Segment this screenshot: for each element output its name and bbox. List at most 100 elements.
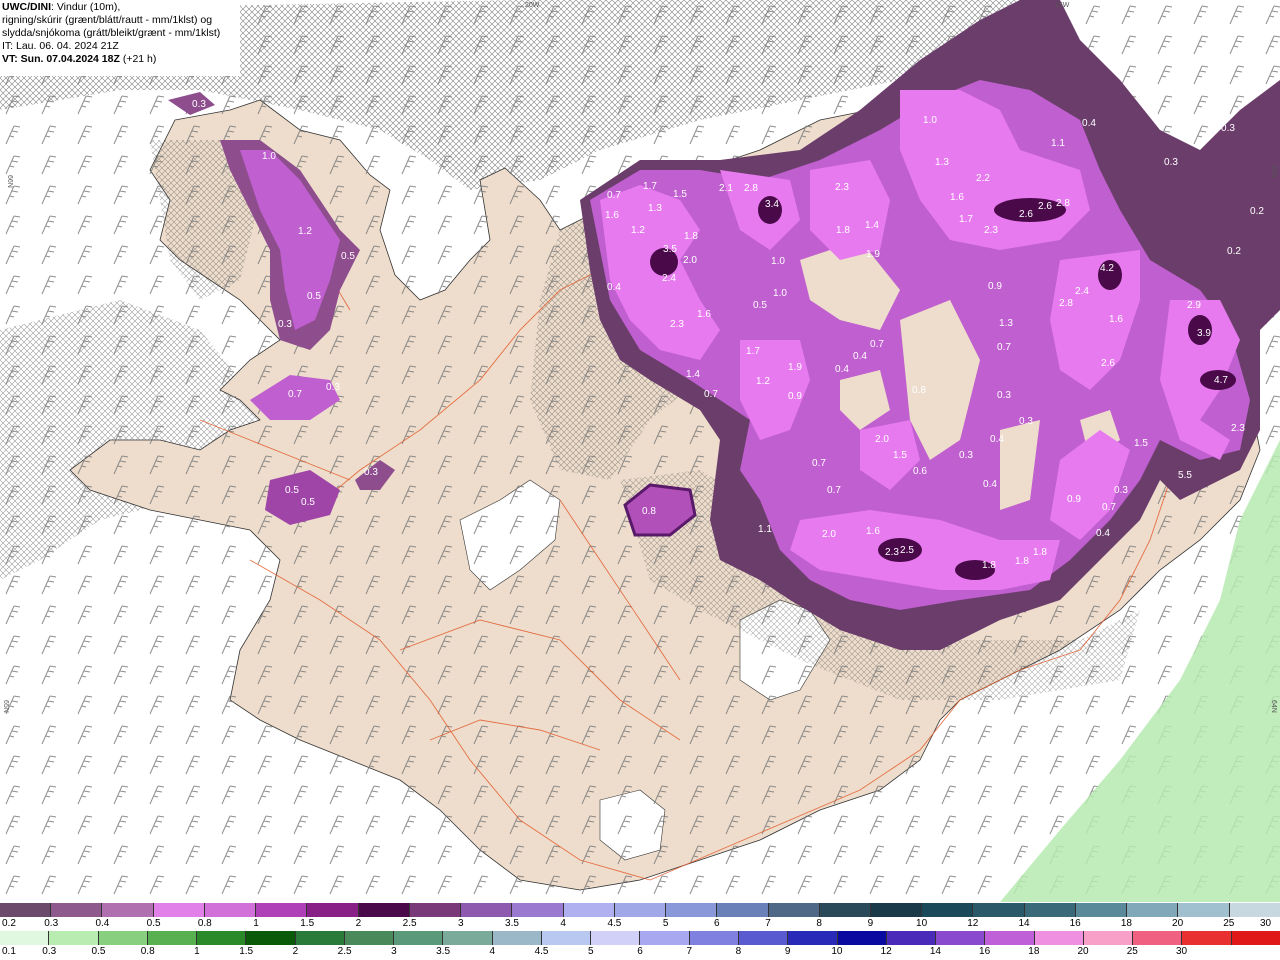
value-label: 2.3 <box>1231 423 1245 434</box>
legend-rain-label: 0.5 <box>91 946 106 957</box>
legend-snow-label: 2 <box>355 918 362 929</box>
legend-rain-swatch <box>788 931 838 945</box>
legend-rain-swatch <box>640 931 690 945</box>
value-label: 1.2 <box>631 225 645 236</box>
valid-time: VT: Sun. 07.04.2024 18Z <box>2 53 120 65</box>
legend-rain-swatch <box>541 931 592 945</box>
legend-rain-swatch <box>1034 931 1084 945</box>
value-label: 1.3 <box>935 157 949 168</box>
value-label: 0.7 <box>870 339 884 350</box>
value-label: 0.7 <box>288 389 302 400</box>
legend-rain-label: 14 <box>929 946 941 957</box>
legend-rain-label: 20 <box>1077 946 1089 957</box>
value-label: 2.4 <box>1075 286 1089 297</box>
info-box: UWC/DINI: Vindur (10m), rigning/skúrir (… <box>0 0 240 76</box>
value-label: 0.9 <box>1067 494 1081 505</box>
value-label: 1.1 <box>1051 138 1065 149</box>
value-label: 0.9 <box>988 281 1002 292</box>
legend-snow-swatch <box>102 903 154 917</box>
legend-rain-label: 1 <box>194 946 200 957</box>
legend-rain-label: 0.1 <box>2 946 16 957</box>
value-label: 1.4 <box>865 220 879 231</box>
legend-snow-label: 3 <box>458 918 464 929</box>
value-label: 0.8 <box>912 385 926 396</box>
legend-snow-swatch <box>307 903 359 917</box>
legend-snow-swatch <box>666 903 718 917</box>
value-label: 0.3 <box>326 382 340 393</box>
legend-rain-label: 2 <box>292 946 299 957</box>
legend-snow-swatch <box>204 903 257 917</box>
value-label: 1.5 <box>1134 438 1148 449</box>
value-label: 0.3 <box>1221 123 1235 134</box>
value-label: 0.9 <box>788 391 802 402</box>
value-label: 2.0 <box>875 434 889 445</box>
value-label: 0.3 <box>1019 416 1033 427</box>
legend-snow-swatch <box>819 903 871 917</box>
value-label: 2.6 <box>1019 209 1033 220</box>
value-label: 1.3 <box>999 318 1013 329</box>
value-label: 2.8 <box>1056 198 1070 209</box>
legend-snow-label: 3.5 <box>505 918 519 929</box>
legend-rain-label: 7 <box>686 946 692 957</box>
legend-snow-label: 7 <box>765 918 771 929</box>
legend-rain-label: 4.5 <box>534 946 549 957</box>
value-label: 0.4 <box>1082 118 1096 129</box>
init-time: IT: Lau. 06. 04. 2024 21Z <box>2 40 119 52</box>
legend-snow-swatch <box>717 903 769 917</box>
legend-snow-label: 30 <box>1260 918 1272 929</box>
header-line-1: UWC/DINI: Vindur (10m), <box>2 1 238 14</box>
legend-rain-label: 0.8 <box>140 946 155 957</box>
legend-snow-label: 4 <box>560 918 566 929</box>
value-label: 0.3 <box>278 319 292 330</box>
legend-rain-label: 12 <box>880 946 892 957</box>
value-label: 1.5 <box>893 450 907 461</box>
legend-rain-label: 3 <box>391 946 397 957</box>
value-label: 1.7 <box>643 181 657 192</box>
value-label: 1.3 <box>648 203 662 214</box>
legend-rain-swatch <box>1083 931 1134 945</box>
legend-snow-label: 9 <box>867 918 874 929</box>
legend-snow-swatch <box>614 903 667 917</box>
value-label: 1.8 <box>982 560 996 571</box>
legend-snow-swatch <box>922 903 974 917</box>
lon-label-15w: 15W <box>1055 2 1070 9</box>
legend-rain-label: 9 <box>784 946 791 957</box>
value-label: 3.9 <box>1197 328 1211 339</box>
legend-snow-label: 0.2 <box>2 918 16 929</box>
value-label: 0.7 <box>812 458 826 469</box>
value-label: 1.2 <box>298 226 312 237</box>
value-label: 0.3 <box>192 99 206 110</box>
legend-rain-label: 16 <box>979 946 991 957</box>
legend-rain-label: 4 <box>489 946 496 957</box>
value-label: 2.0 <box>822 529 836 540</box>
value-label: 2.3 <box>670 319 684 330</box>
legend-rain-swatch <box>837 931 887 945</box>
value-label: 2.1 <box>719 183 733 194</box>
value-label: 0.7 <box>607 190 621 201</box>
legend-rain-colorbar <box>0 931 1280 945</box>
legend-rain-label: 25 <box>1126 946 1138 957</box>
value-label: 2.5 <box>900 545 914 556</box>
value-label: 0.2 <box>1250 206 1264 217</box>
weather-map: 0.3 1.0 1.2 0.5 0.5 0.3 0.7 0.3 0.3 0.5 … <box>0 0 1280 902</box>
value-label: 0.4 <box>835 364 849 375</box>
value-label: 2.6 <box>1038 201 1052 212</box>
valid-time-line: VT: Sun. 07.04.2024 18Z (+21 h) <box>2 53 238 66</box>
value-label: 5.5 <box>1178 470 1192 481</box>
value-label: 4.7 <box>1214 375 1228 386</box>
legend-rain-swatch <box>985 931 1035 945</box>
value-label: 0.3 <box>997 390 1011 401</box>
value-label: 0.3 <box>364 467 378 478</box>
legend-snow-swatch <box>1178 903 1230 917</box>
legend-rain-swatch <box>344 931 395 945</box>
lon-label-20w: 20W <box>525 2 540 9</box>
legend-snow-label: 8 <box>816 918 822 929</box>
value-label: 2.6 <box>1101 358 1115 369</box>
legend-rain-swatch <box>246 931 296 945</box>
legend-snow-swatch <box>256 903 308 917</box>
legend-snow-swatch <box>153 903 205 917</box>
value-label: 0.3 <box>959 450 973 461</box>
legend-snow-label: 0.8 <box>197 918 212 929</box>
legend-snow-label: 0.3 <box>44 918 59 929</box>
value-label: 0.4 <box>990 434 1004 445</box>
